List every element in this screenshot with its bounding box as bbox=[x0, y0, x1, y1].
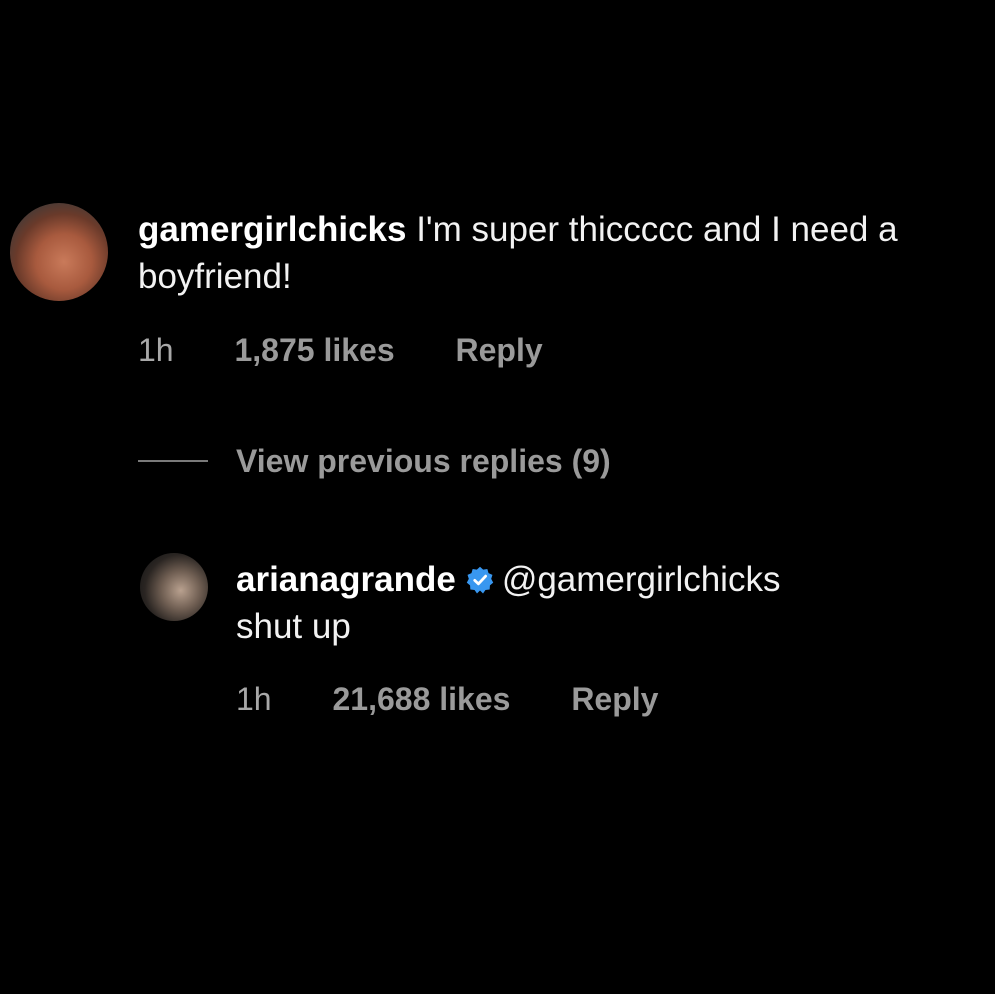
comment-mention[interactable]: @gamergirlchicks bbox=[502, 560, 781, 599]
comment-time: 1h bbox=[236, 681, 272, 717]
comment-username[interactable]: arianagrande bbox=[236, 560, 456, 599]
comment-meta: 1h 21,688 likes Reply bbox=[236, 679, 658, 719]
comment-username[interactable]: gamergirlchicks bbox=[138, 210, 406, 249]
view-previous-replies-label: View previous replies (9) bbox=[236, 442, 611, 479]
reply-button[interactable]: Reply bbox=[571, 679, 658, 719]
comment-body: shut up bbox=[236, 607, 351, 646]
view-previous-replies-button[interactable]: View previous replies (9) bbox=[138, 440, 611, 482]
comment-likes[interactable]: 21,688 likes bbox=[332, 679, 510, 719]
comment-text: arianagrande @gamergirlchicks shut up bbox=[236, 556, 976, 650]
comment-likes[interactable]: 1,875 likes bbox=[234, 330, 394, 370]
avatar[interactable] bbox=[140, 553, 208, 621]
verified-badge-icon bbox=[466, 566, 494, 594]
reply-button[interactable]: Reply bbox=[456, 330, 543, 370]
avatar[interactable] bbox=[10, 203, 108, 301]
comment-time: 1h bbox=[138, 332, 174, 368]
replies-divider bbox=[138, 460, 208, 462]
comment-text: gamergirlchicks I'm super thiccccc and I… bbox=[138, 206, 978, 300]
comment-meta: 1h 1,875 likes Reply bbox=[138, 330, 543, 370]
